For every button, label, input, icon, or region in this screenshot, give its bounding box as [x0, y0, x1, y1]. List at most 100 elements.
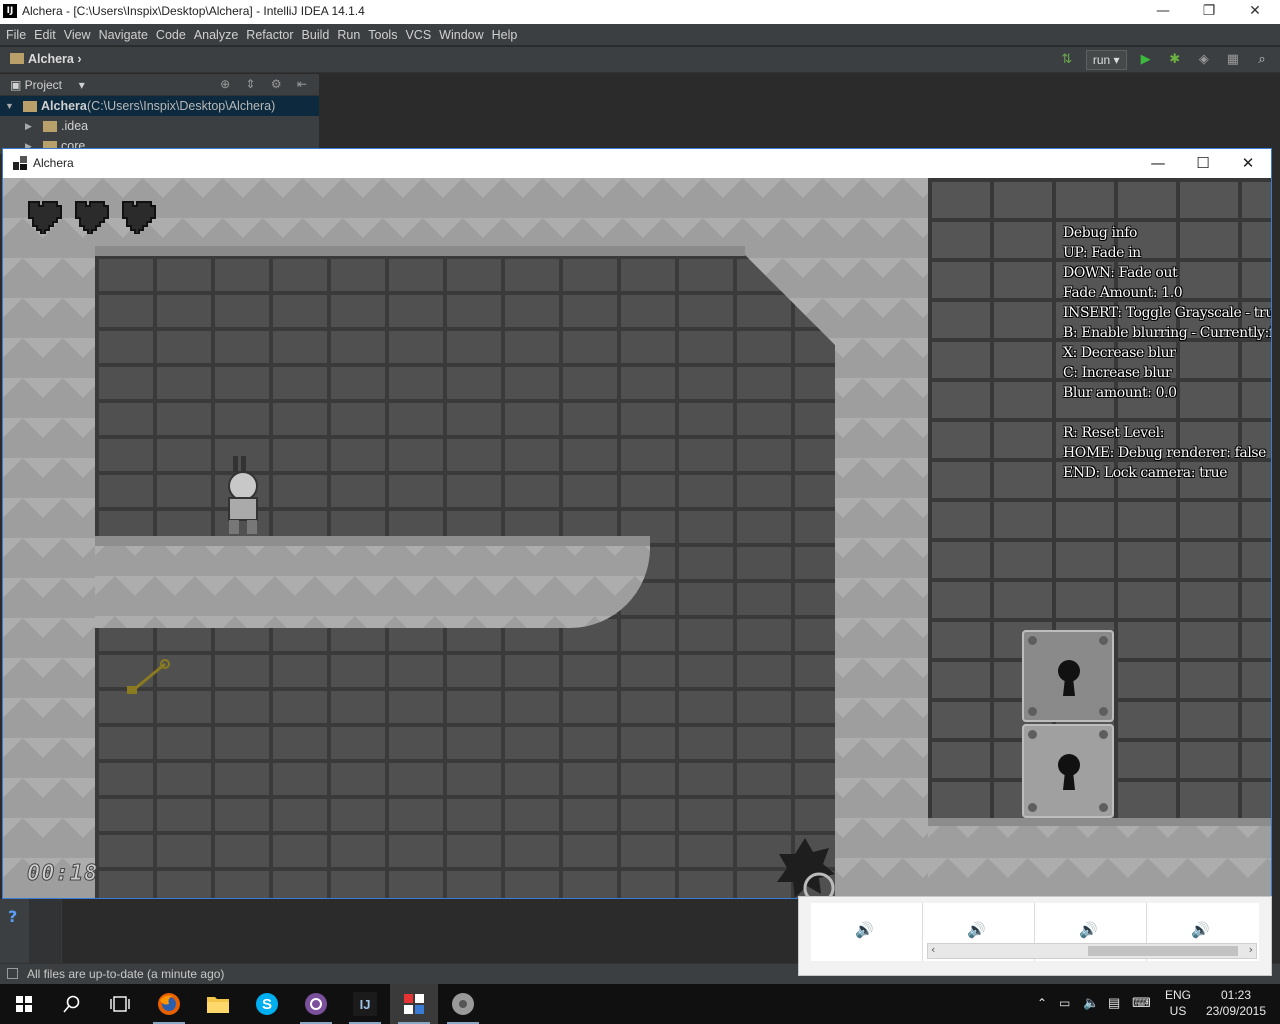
tree-item-label: .idea: [61, 119, 89, 133]
project-structure-icon[interactable]: ▦: [1223, 50, 1243, 70]
debug-line: B: Enable blurring - Currently:false: [1063, 325, 1271, 341]
start-button[interactable]: [0, 984, 48, 1024]
menu-vcs[interactable]: VCS: [401, 25, 435, 45]
breadcrumb[interactable]: Alchera ›: [10, 52, 82, 66]
tree-root-name: Alchera: [41, 99, 87, 113]
right-floor: [928, 818, 1271, 898]
language-indicator[interactable]: ENG US: [1160, 984, 1196, 1024]
menu-help[interactable]: Help: [488, 25, 522, 45]
speaker-icon[interactable]: 🔊: [1079, 921, 1098, 939]
show-hidden-icons-icon[interactable]: ⌃: [1037, 996, 1047, 1010]
lock-block: [1022, 630, 1114, 722]
debug-icon[interactable]: ✱: [1165, 50, 1185, 70]
tree-root-alchera[interactable]: ▼ Alchera (C:\Users\Inspix\Desktop\Alche…: [0, 96, 319, 116]
viber-icon: [305, 993, 327, 1015]
menu-navigate[interactable]: Navigate: [95, 25, 152, 45]
ceiling-ledge: [95, 246, 745, 256]
editor-gutter: [30, 899, 62, 963]
speaker-icon[interactable]: 🔊: [1191, 921, 1210, 939]
game-title-bar: Alchera — ☐ ✕: [3, 149, 1271, 178]
menu-run[interactable]: Run: [333, 25, 364, 45]
restore-button[interactable]: ❐: [1186, 0, 1232, 24]
search-icon[interactable]: ⌕: [1252, 50, 1272, 70]
run-icon[interactable]: ▶: [1136, 50, 1156, 70]
debug-line: R: Reset Level:: [1063, 425, 1165, 441]
tree-root-path: (C:\Users\Inspix\Desktop\Alchera): [87, 99, 276, 113]
taskbar-viber[interactable]: [292, 984, 340, 1024]
collapse-arrow-icon[interactable]: ▼: [5, 96, 14, 116]
help-icon[interactable]: ?: [8, 907, 17, 926]
debug-line: Debug info: [1063, 225, 1138, 241]
ide-window-title: Alchera - [C:\Users\Inspix\Desktop\Alche…: [22, 4, 365, 18]
volume-icon[interactable]: 🔈: [1083, 995, 1099, 1011]
clock[interactable]: 01:23 23/09/2015: [1200, 984, 1272, 1024]
menu-build[interactable]: Build: [298, 25, 334, 45]
clock-date: 23/09/2015: [1205, 1004, 1267, 1018]
taskbar-media-app[interactable]: [439, 984, 487, 1024]
task-view-button[interactable]: [96, 984, 144, 1024]
debug-line: DOWN: Fade out: [1063, 265, 1178, 281]
menu-analyze[interactable]: Analyze: [190, 25, 242, 45]
run-config-dropdown[interactable]: run ▾: [1085, 50, 1127, 70]
scroll-left-icon[interactable]: ‹: [931, 943, 935, 956]
tree-item-idea[interactable]: ▶ .idea: [0, 116, 319, 136]
debug-line: INSERT: Toggle Grayscale - true: [1063, 305, 1271, 321]
folder-icon: [23, 101, 37, 112]
scroll-right-icon[interactable]: ›: [1249, 943, 1253, 956]
notifications-icon[interactable]: ▤: [1108, 995, 1120, 1011]
menu-refactor[interactable]: Refactor: [242, 25, 297, 45]
sort-icon[interactable]: ⇅: [1057, 50, 1077, 70]
project-view-selector[interactable]: ▣ Project ▾: [10, 78, 85, 92]
mixer-channel[interactable]: 🔊: [811, 903, 923, 961]
network-icon[interactable]: ▭: [1059, 996, 1070, 1010]
menu-file[interactable]: File: [2, 25, 30, 45]
left-column: [3, 178, 95, 898]
taskbar-firefox[interactable]: [145, 984, 193, 1024]
minimize-button[interactable]: —: [1140, 0, 1186, 24]
menu-tools[interactable]: Tools: [364, 25, 401, 45]
health-hearts: [25, 198, 161, 238]
volume-mixer-popup: 🔊 🔊 🔊 🔊 ‹ ›: [798, 896, 1272, 976]
keyboard-icon[interactable]: ⌨: [1132, 995, 1151, 1011]
debug-line: Blur amount: 0.0: [1063, 385, 1177, 401]
menu-edit[interactable]: Edit: [30, 25, 60, 45]
language-bottom: US: [1169, 1004, 1187, 1018]
speaker-icon[interactable]: 🔊: [855, 921, 874, 939]
run-config-label: run: [1092, 53, 1111, 67]
breadcrumb-label: Alchera: [28, 52, 74, 66]
taskbar-alchera-game[interactable]: [390, 984, 438, 1024]
platform-edge: [95, 536, 650, 546]
game-close-button[interactable]: ✕: [1225, 149, 1271, 178]
coverage-icon[interactable]: ◈: [1194, 50, 1214, 70]
game-minimize-button[interactable]: —: [1135, 149, 1181, 178]
expand-arrow-icon[interactable]: ▶: [25, 116, 32, 136]
menu-bar: File Edit View Navigate Code Analyze Refactor B…: [0, 24, 1280, 46]
disc-icon: [452, 993, 474, 1015]
firefox-icon: [158, 993, 180, 1015]
navigation-bar: Alchera › ⇅ run ▾ ▶ ✱ ◈ ▦ ⌕: [0, 47, 1280, 73]
scroll-thumb[interactable]: [1088, 946, 1238, 956]
panel-settings-icon[interactable]: ⊕ ⇕ ⚙ ⇤: [220, 77, 313, 91]
menu-code[interactable]: Code: [152, 25, 190, 45]
taskbar-file-explorer[interactable]: [194, 984, 242, 1024]
debug-info-panel: Debug info UP: Fade in DOWN: Fade out Fade …: [1063, 223, 1271, 483]
lock-block: [1022, 724, 1114, 818]
menu-view[interactable]: View: [60, 25, 95, 45]
folder-icon: [10, 53, 24, 64]
project-tab-label: Project: [24, 78, 63, 92]
menu-window[interactable]: Window: [435, 25, 487, 45]
game-maximize-button[interactable]: ☐: [1180, 149, 1226, 178]
intellij-icon: IJ: [353, 992, 377, 1016]
speaker-icon[interactable]: 🔊: [967, 921, 986, 939]
intellij-logo-icon: IJ: [3, 4, 17, 18]
heart-icon: [28, 201, 62, 234]
task-view-icon: [110, 996, 130, 1012]
taskbar-intellij[interactable]: IJ: [341, 984, 389, 1024]
folder-icon: [207, 997, 229, 1013]
close-button[interactable]: ✕: [1232, 0, 1278, 24]
game-canvas[interactable]: Debug info UP: Fade in DOWN: Fade out Fade …: [3, 178, 1271, 898]
search-button[interactable]: [48, 984, 96, 1024]
mixer-scrollbar[interactable]: ‹ ›: [927, 943, 1257, 959]
status-toggle-icon[interactable]: [7, 968, 18, 979]
taskbar-skype[interactable]: S: [243, 984, 291, 1024]
